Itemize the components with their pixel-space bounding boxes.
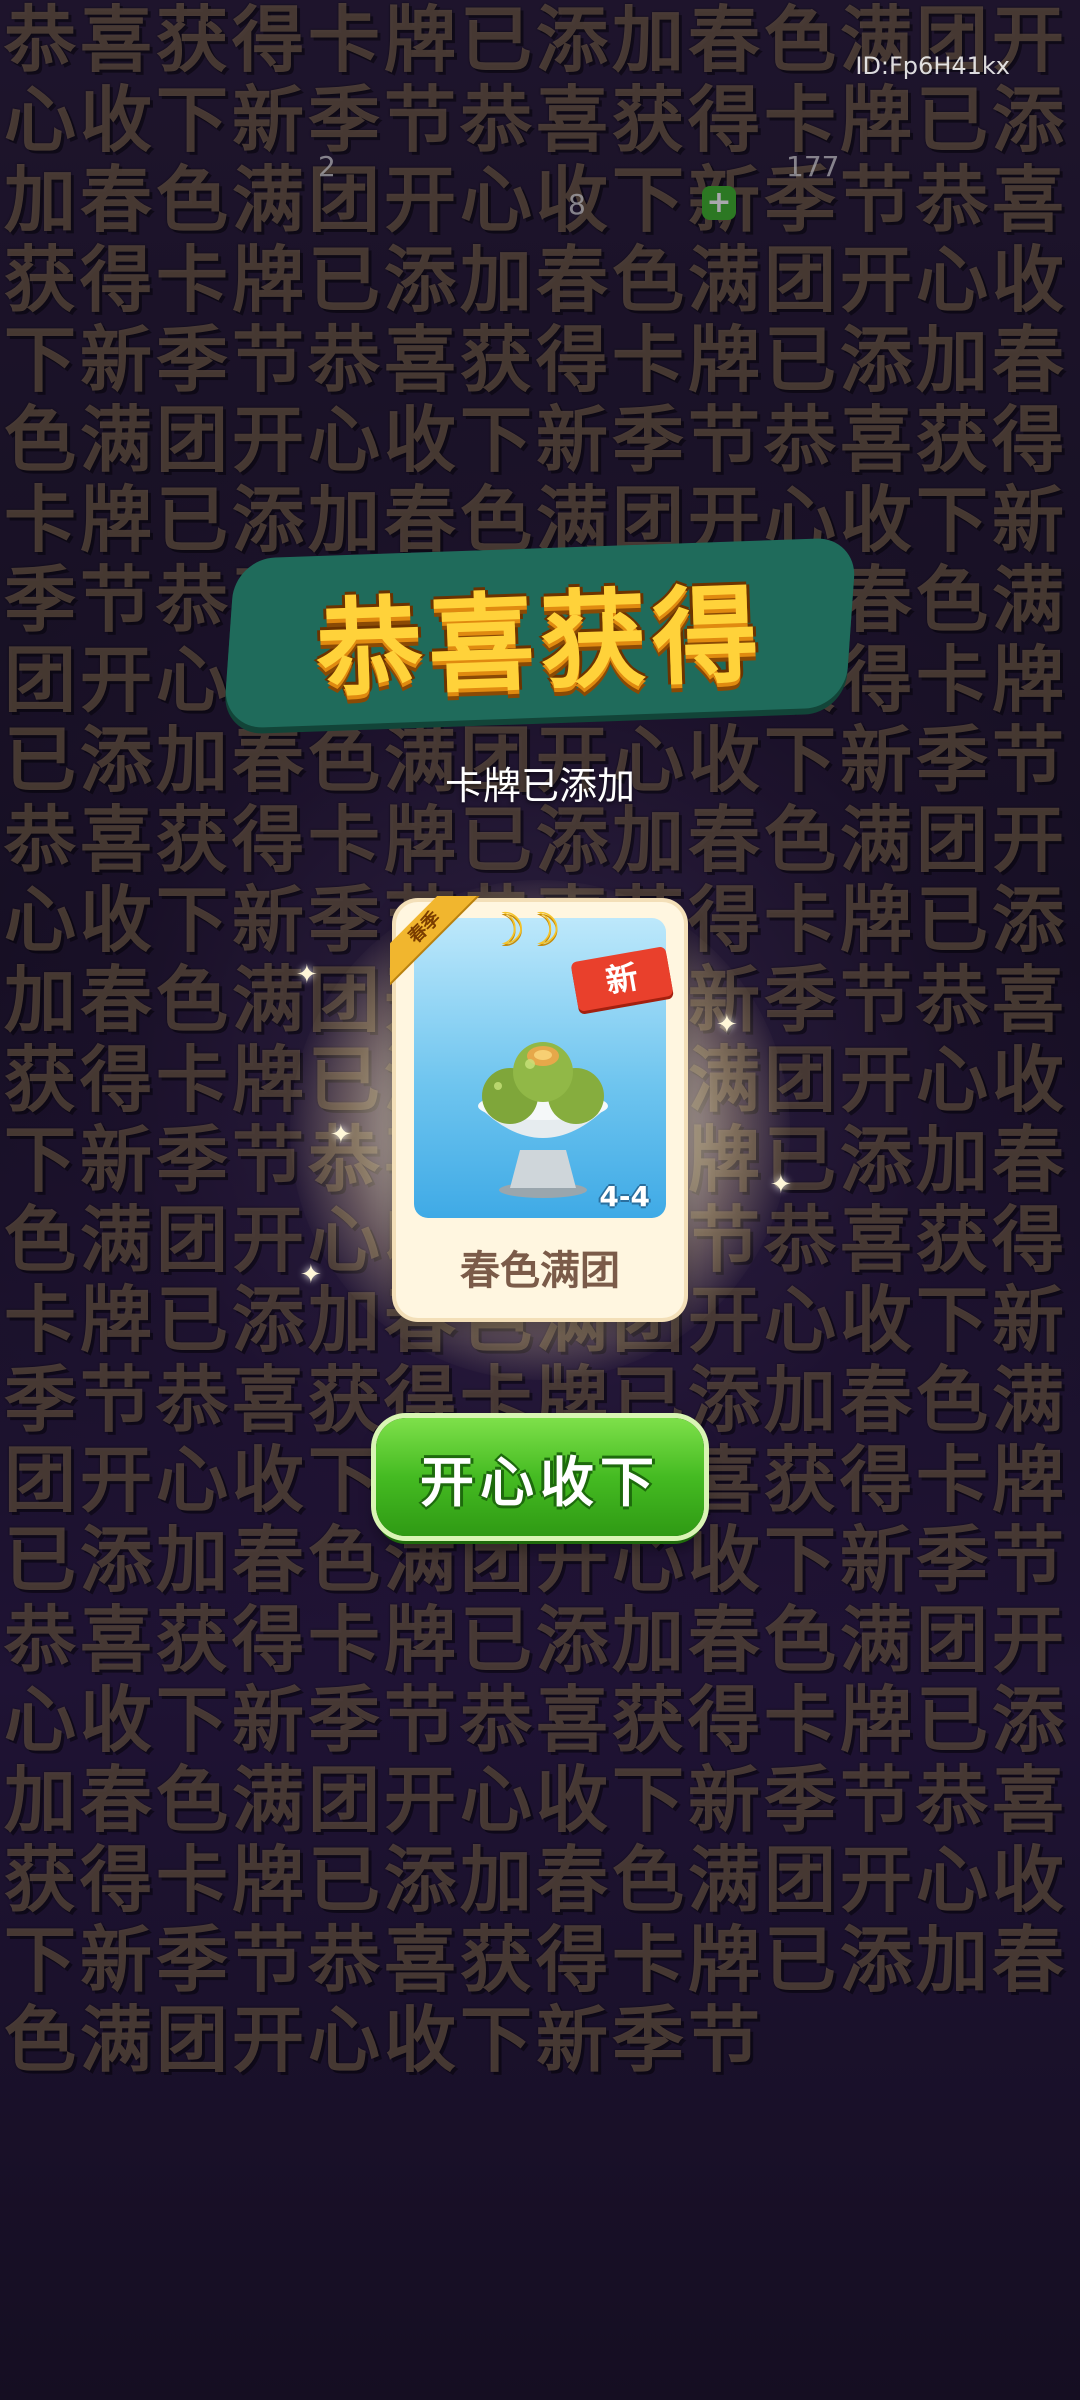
accept-button[interactable]: 开心收下 bbox=[376, 1418, 704, 1536]
season-ribbon: 春季 bbox=[390, 896, 480, 986]
card-added-subtitle: 卡牌已添加 bbox=[444, 764, 635, 808]
sparkle-icon: ✦ bbox=[716, 1010, 738, 1040]
sparkle-icon: ✦ bbox=[300, 1260, 322, 1290]
sparkle-icon: ✦ bbox=[296, 960, 318, 990]
player-id-label: ID:Fp6H41kx bbox=[855, 52, 1010, 80]
congrats-title: 恭喜获得 bbox=[314, 573, 767, 712]
moon-rating-icon: ☽☽ bbox=[486, 904, 561, 955]
card-name: 春色满团 bbox=[460, 1248, 620, 1294]
congrats-title-banner: 恭喜获得 bbox=[0, 537, 1080, 729]
accept-button-label: 开心收下 bbox=[420, 1450, 660, 1514]
card-level-label: 4-4 bbox=[599, 1180, 650, 1213]
sparkle-icon: ✦ bbox=[770, 1170, 792, 1200]
reward-card[interactable]: 4-4 春季 ☽☽ 新 春色满团 bbox=[390, 896, 684, 1318]
season-tag: 春季 bbox=[390, 896, 480, 984]
dessert-bowl-image bbox=[478, 1042, 608, 1198]
sparkle-icon: ✦ bbox=[330, 1120, 352, 1150]
game-screen: 恭喜获得卡牌已添加春色满团开心收下新季节恭喜获得卡牌已添加春色满团开心收下新季节… bbox=[0, 0, 1080, 2400]
